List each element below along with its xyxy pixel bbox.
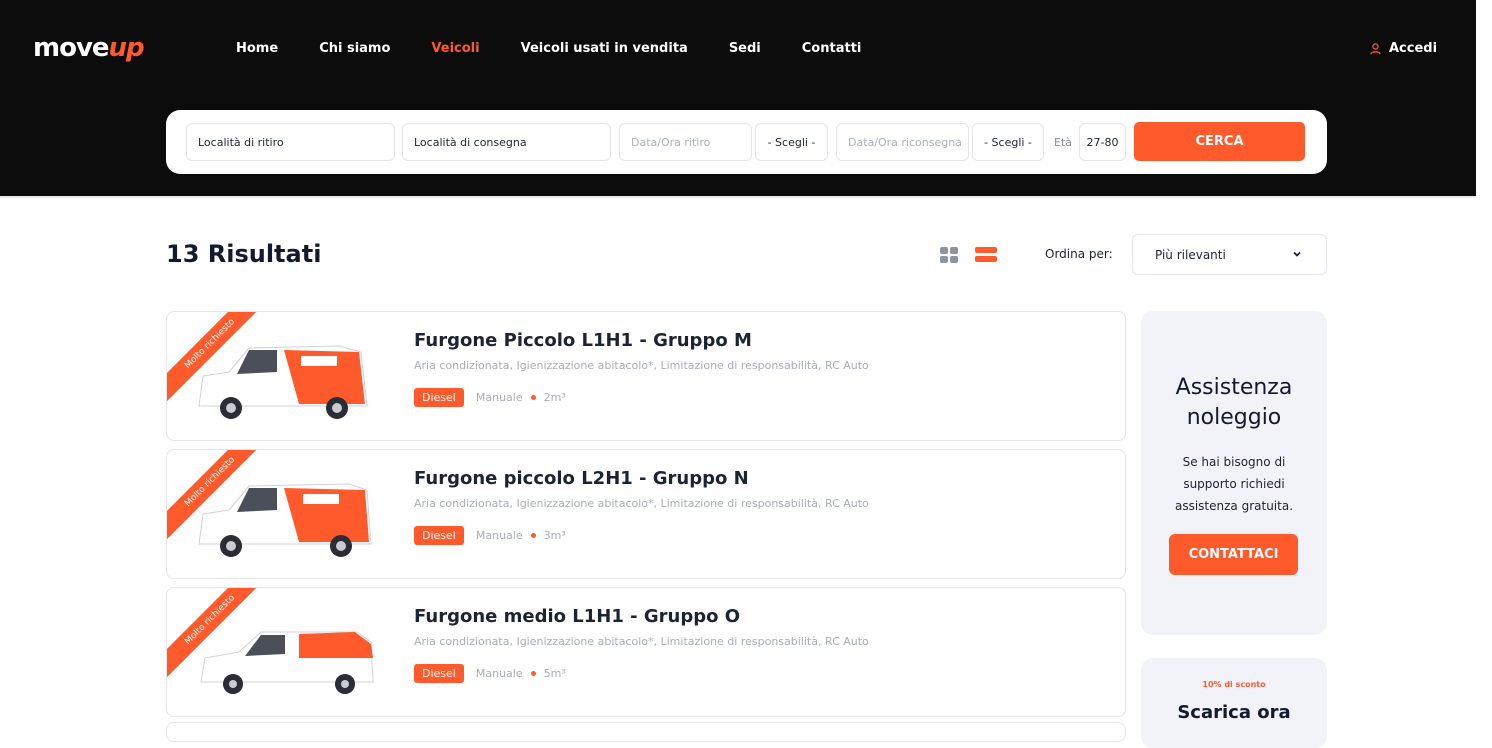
user-icon bbox=[1370, 42, 1381, 54]
nav-home[interactable]: Home bbox=[236, 41, 278, 56]
nav-contatti[interactable]: Contatti bbox=[802, 41, 862, 56]
fuel-badge: Diesel bbox=[414, 388, 464, 407]
app-download-box: 10% di sconto Scarica ora bbox=[1141, 658, 1327, 748]
moveup-logo[interactable]: moveup bbox=[33, 33, 145, 63]
dropoff-location-input[interactable]: Località di consegna bbox=[402, 123, 611, 161]
logo-text-move: move bbox=[33, 33, 110, 63]
transmission-text: Manuale bbox=[475, 391, 523, 404]
pickup-datetime-input[interactable]: Data/Ora ritiro bbox=[619, 123, 752, 161]
pickup-location-input[interactable]: Località di ritiro bbox=[186, 123, 395, 161]
vehicle-tags: Diesel Manuale 2m³ bbox=[414, 388, 566, 407]
login-label: Accedi bbox=[1389, 41, 1438, 56]
vehicle-tags: Diesel Manuale 3m³ bbox=[414, 526, 566, 545]
vehicle-card[interactable]: Molto richiesto Furgone medio L1H1 - Gru… bbox=[166, 587, 1126, 717]
logo-text-up: up bbox=[108, 33, 145, 63]
fuel-badge: Diesel bbox=[414, 664, 464, 683]
age-label: Età bbox=[1054, 135, 1073, 149]
separator-dot bbox=[530, 533, 536, 538]
nav-veicoli-usati[interactable]: Veicoli usati in vendita bbox=[521, 41, 688, 56]
login-link[interactable]: Accedi bbox=[1370, 41, 1437, 56]
volume-text: 3m³ bbox=[543, 529, 566, 542]
nav-veicoli[interactable]: Veicoli bbox=[431, 41, 479, 56]
contact-button[interactable]: CONTATTACI bbox=[1169, 534, 1298, 575]
sort-value: Più rilevanti bbox=[1155, 247, 1226, 262]
vehicle-card[interactable]: Molto richiesto Furgone Piccolo L1H1 - G… bbox=[166, 311, 1126, 441]
vehicle-card[interactable]: Molto richiesto Furgone piccolo L2H1 - G… bbox=[166, 449, 1126, 579]
transmission-text: Manuale bbox=[475, 667, 523, 680]
support-title-line1: Assistenza bbox=[1175, 375, 1293, 400]
support-box: Assistenza noleggio Se hai bisogno di sup… bbox=[1141, 311, 1327, 635]
chevron-down-icon bbox=[1293, 251, 1301, 257]
age-select[interactable]: 27-80 bbox=[1079, 123, 1126, 161]
support-title: Assistenza noleggio bbox=[1141, 373, 1327, 433]
nav-chi-siamo[interactable]: Chi siamo bbox=[319, 41, 390, 56]
return-datetime-input[interactable]: Data/Ora riconsegna bbox=[836, 123, 969, 161]
vehicle-card-partial bbox=[166, 722, 1126, 742]
search-bar: Località di ritiro Località di consegna … bbox=[166, 110, 1327, 174]
support-title-line2: noleggio bbox=[1186, 405, 1282, 430]
search-button[interactable]: CERCA bbox=[1134, 122, 1305, 161]
vehicle-name[interactable]: Furgone piccolo L2H1 - Gruppo N bbox=[414, 468, 749, 489]
list-view-icon[interactable] bbox=[975, 245, 997, 265]
header-divider bbox=[0, 196, 1476, 198]
volume-text: 5m³ bbox=[543, 667, 566, 680]
vehicle-features: Aria condizionata, Igienizzazione abitac… bbox=[414, 497, 869, 510]
vehicle-features: Aria condizionata, Igienizzazione abitac… bbox=[414, 635, 869, 648]
sort-label: Ordina per: bbox=[1045, 247, 1113, 261]
grid-view-icon[interactable] bbox=[939, 246, 959, 264]
vehicle-tags: Diesel Manuale 5m³ bbox=[414, 664, 566, 683]
results-count: 13 Risultati bbox=[166, 240, 322, 268]
pickup-time-select[interactable]: - Scegli - bbox=[755, 123, 828, 161]
transmission-text: Manuale bbox=[475, 529, 523, 542]
nav-sedi[interactable]: Sedi bbox=[729, 41, 761, 56]
return-time-select[interactable]: - Scegli - bbox=[972, 123, 1044, 161]
volume-text: 2m³ bbox=[543, 391, 566, 404]
vehicle-features: Aria condizionata, Igienizzazione abitac… bbox=[414, 359, 869, 372]
separator-dot bbox=[530, 671, 536, 676]
sort-select[interactable]: Più rilevanti bbox=[1132, 234, 1327, 275]
vehicle-name[interactable]: Furgone Piccolo L1H1 - Gruppo M bbox=[414, 330, 752, 351]
main-nav: Home Chi siamo Veicoli Veicoli usati in … bbox=[236, 41, 902, 56]
vehicle-name[interactable]: Furgone medio L1H1 - Gruppo O bbox=[414, 606, 740, 627]
fuel-badge: Diesel bbox=[414, 526, 464, 545]
discount-label: 10% di sconto bbox=[1202, 680, 1266, 689]
separator-dot bbox=[530, 395, 536, 400]
support-text: Se hai bisogno di supporto richiedi assi… bbox=[1174, 455, 1294, 513]
download-title: Scarica ora bbox=[1177, 702, 1291, 723]
